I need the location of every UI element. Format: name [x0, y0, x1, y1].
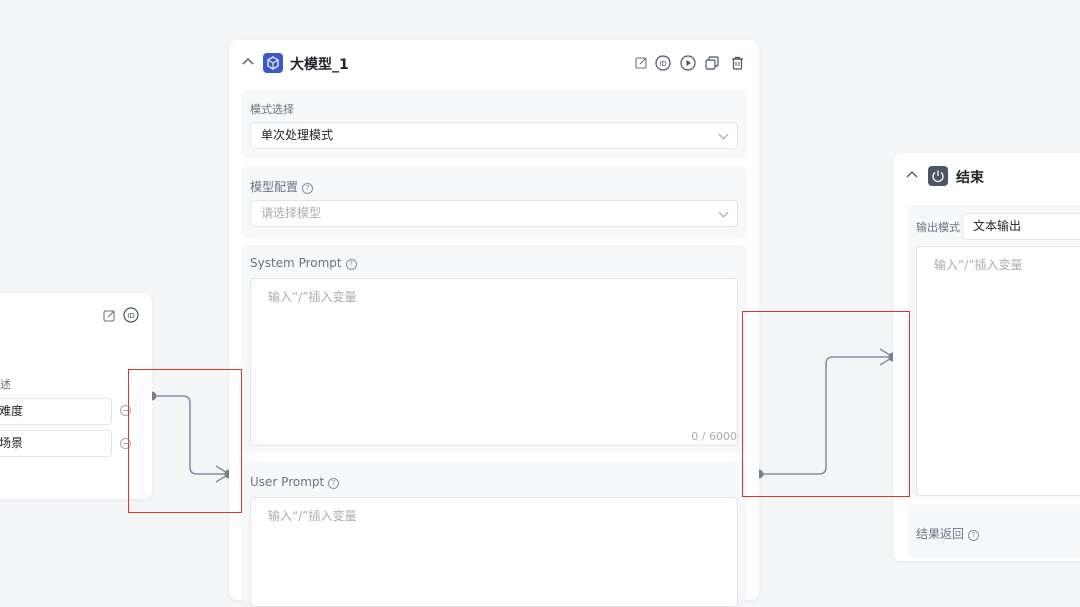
variable-desc-input-2[interactable]: 场景: [0, 430, 112, 457]
desc-column-label: 述: [0, 378, 11, 391]
mode-label: 模式选择: [250, 103, 294, 116]
system-prompt-label: System Prompt?: [250, 256, 357, 270]
chevron-up-icon[interactable]: [906, 170, 918, 180]
model-select-placeholder: 请选择模型: [261, 206, 322, 220]
help-icon[interactable]: ?: [345, 259, 357, 270]
system-prompt-placeholder: 输入“/”插入变量: [268, 290, 357, 304]
end-content-placeholder: 输入“/”插入变量: [934, 258, 1023, 272]
help-icon[interactable]: ?: [328, 478, 340, 489]
help-icon[interactable]: ?: [302, 183, 314, 194]
chevron-up-icon[interactable]: [242, 57, 254, 67]
end-node-title: 结束: [956, 170, 984, 186]
chevron-down-icon: [718, 207, 729, 218]
id-icon[interactable]: ID: [655, 55, 671, 71]
play-icon[interactable]: [680, 55, 696, 71]
highlight-box-left-edge: [128, 369, 242, 513]
output-mode-label: 输出模式: [916, 221, 960, 234]
edit-icon[interactable]: [635, 56, 648, 69]
model-config-label: 模型配置?: [250, 178, 314, 195]
svg-text:ID: ID: [127, 312, 134, 320]
result-return-label: 结果返回?: [916, 525, 980, 542]
cube-icon: [263, 53, 283, 73]
id-icon[interactable]: ID: [123, 307, 139, 323]
system-prompt-counter: 0 / 6000: [691, 430, 737, 443]
user-prompt-label: User Prompt?: [250, 475, 340, 489]
mode-select-value: 单次处理模式: [261, 128, 334, 142]
model-select[interactable]: 请选择模型: [250, 200, 738, 227]
highlight-box-right-edge: [742, 311, 910, 497]
user-prompt-textarea[interactable]: 输入“/”插入变量: [250, 497, 738, 607]
llm-node-title: 大模型_1: [290, 57, 349, 73]
end-node[interactable]: 结束 输出模式 文本输出 输入“/”插入变量 结果返回?: [893, 153, 1080, 561]
chevron-down-icon: [718, 129, 729, 140]
svg-text:ID: ID: [659, 60, 666, 68]
user-prompt-placeholder: 输入“/”插入变量: [268, 509, 357, 523]
output-mode-select[interactable]: 文本输出: [962, 213, 1080, 240]
edit-icon[interactable]: [103, 309, 116, 322]
copy-icon[interactable]: [705, 56, 719, 70]
llm-node[interactable]: 大模型_1 ID 模式选择 单次处理模式 模型配置? 请选择模型 System …: [229, 40, 759, 607]
delete-icon[interactable]: [731, 56, 744, 70]
help-icon[interactable]: ?: [968, 530, 980, 541]
end-content-textarea[interactable]: 输入“/”插入变量: [916, 246, 1080, 496]
variable-desc-input-1[interactable]: 难度: [0, 398, 112, 425]
system-prompt-textarea[interactable]: 输入“/”插入变量: [250, 278, 738, 446]
power-icon: [928, 166, 948, 186]
mode-select[interactable]: 单次处理模式: [250, 122, 738, 149]
